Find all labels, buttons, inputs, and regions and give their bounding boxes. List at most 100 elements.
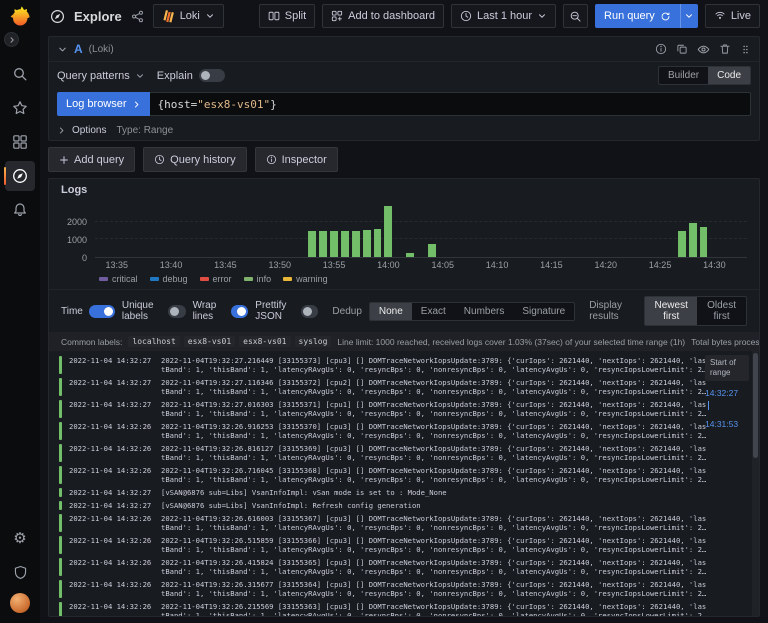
live-button[interactable]: Live — [705, 4, 760, 28]
legend-item-debug[interactable]: debug — [150, 274, 188, 284]
query-options-summary-row[interactable]: Options Type: Range — [49, 121, 759, 140]
log-line-text: 2022-11-04T19:32:27.016303 [33155371] [c… — [161, 400, 707, 418]
log-row[interactable]: 2022-11-04 14:32:27[vSAN@6876 sub=Libs] … — [49, 486, 759, 499]
chevron-right-icon — [8, 36, 16, 44]
legend-item-warning[interactable]: warning — [283, 274, 328, 284]
run-query-button[interactable]: Run query — [595, 4, 680, 28]
logs-scrollbar[interactable] — [752, 351, 759, 616]
add-query-button[interactable]: Add query — [48, 147, 135, 172]
duplicate-query-icon[interactable] — [676, 43, 688, 55]
log-row[interactable]: 2022-11-04 14:32:262022-11-04T19:32:26.9… — [49, 420, 759, 442]
toggle-switch[interactable] — [168, 305, 185, 318]
log-line-text: 2022-11-04T19:32:26.215569 [33155363] [c… — [161, 602, 707, 616]
legend-swatch — [99, 277, 108, 281]
display-oldest-first[interactable]: Oldest first — [697, 297, 746, 325]
main-area: Explore Loki Split Add to dashboard — [40, 0, 768, 623]
scrollbar-thumb[interactable] — [753, 353, 758, 458]
share-icon[interactable] — [129, 8, 146, 25]
log-row[interactable]: 2022-11-04 14:32:262022-11-04T19:32:26.7… — [49, 464, 759, 486]
query-help-icon[interactable] — [655, 43, 667, 55]
starred-icon[interactable] — [5, 93, 35, 123]
label-chip[interactable]: syslog — [295, 336, 332, 347]
drag-handle-icon[interactable] — [740, 44, 751, 55]
dashboards-icon[interactable] — [5, 127, 35, 157]
log-timestamp: 2022-11-04 14:32:27 — [69, 501, 155, 510]
log-row[interactable]: 2022-11-04 14:32:272022-11-04T19:32:27.1… — [49, 376, 759, 398]
settings-gear-icon[interactable]: ⚙ — [5, 523, 35, 553]
explain-switch[interactable] — [199, 69, 225, 82]
datasource-picker[interactable]: Loki — [153, 4, 224, 28]
legend-item-error[interactable]: error — [200, 274, 232, 284]
run-query-interval-caret[interactable] — [680, 4, 698, 28]
query-expression-input[interactable]: {host="esx8-vs01"} — [150, 92, 751, 116]
logs-volume-legend: critical debug error info warning — [49, 274, 759, 289]
editor-mode-builder[interactable]: Builder — [659, 67, 708, 84]
add-to-dashboard-button[interactable]: Add to dashboard — [322, 4, 444, 28]
explore-compass-icon[interactable] — [5, 161, 35, 191]
query-history-button[interactable]: Query history — [143, 147, 246, 172]
label-chip[interactable]: localhost — [128, 336, 179, 347]
toggle-label: Unique labels — [122, 300, 162, 322]
user-avatar[interactable] — [10, 593, 30, 613]
log-row[interactable]: 2022-11-04 14:32:272022-11-04T19:32:27.0… — [49, 398, 759, 420]
range-to-time[interactable]: 14:31:53 — [705, 419, 738, 430]
inspector-button[interactable]: Inspector — [255, 147, 338, 172]
server-admin-shield-icon[interactable] — [5, 557, 35, 587]
query-patterns-dropdown[interactable]: Query patterns — [57, 70, 145, 82]
clock-icon — [460, 10, 472, 22]
toggle-switch[interactable] — [89, 305, 115, 318]
legend-swatch — [150, 277, 159, 281]
log-line-text: [vSAN@6876 sub=Libs] VsanInfoImpl: vSan … — [161, 488, 707, 497]
label-chip[interactable]: esx8-vs01 — [184, 336, 235, 347]
log-row[interactable]: 2022-11-04 14:32:262022-11-04T19:32:26.8… — [49, 442, 759, 464]
dedup-none[interactable]: None — [370, 303, 412, 320]
query-ref-id: A — [74, 42, 83, 56]
x-tick-label: 14:25 — [649, 260, 672, 270]
toggle-wrap-lines[interactable]: Wrap lines — [193, 300, 249, 322]
dedup-numbers[interactable]: Numbers — [455, 303, 514, 320]
dedup-exact[interactable]: Exact — [412, 303, 455, 320]
time-range-picker[interactable]: Last 1 hour — [451, 4, 556, 28]
expr-close-brace: } — [270, 98, 277, 111]
log-row[interactable]: 2022-11-04 14:32:262022-11-04T19:32:26.4… — [49, 556, 759, 578]
sidebar-expand-button[interactable] — [4, 32, 19, 47]
log-row[interactable]: 2022-11-04 14:32:262022-11-04T19:32:26.5… — [49, 534, 759, 556]
editor-mode-code[interactable]: Code — [708, 67, 750, 84]
split-button[interactable]: Split — [259, 4, 315, 28]
remove-query-trash-icon[interactable] — [719, 43, 731, 55]
x-tick-label: 14:20 — [594, 260, 617, 270]
label-chip[interactable]: esx8-vs01 — [239, 336, 290, 347]
zoom-out-time-button[interactable] — [563, 4, 588, 28]
toggle-switch[interactable] — [301, 305, 318, 318]
legend-label: debug — [163, 274, 188, 284]
toggle-prettify-json[interactable]: Prettify JSON — [255, 300, 318, 322]
log-row[interactable]: 2022-11-04 14:32:262022-11-04T19:32:26.6… — [49, 512, 759, 534]
log-row[interactable]: 2022-11-04 14:32:27[vSAN@6876 sub=Libs] … — [49, 499, 759, 512]
log-browser-button[interactable]: Log browser — [57, 92, 150, 116]
volume-bar — [406, 253, 414, 257]
log-line-text: 2022-11-04T19:32:26.415824 [33155365] [c… — [161, 558, 707, 576]
legend-item-critical[interactable]: critical — [99, 274, 138, 284]
loki-logo-icon — [162, 10, 175, 23]
grafana-logo-icon[interactable] — [8, 6, 32, 30]
range-from-time[interactable]: 14:32:27 — [705, 388, 738, 399]
display-newest-first[interactable]: Newest first — [645, 297, 697, 325]
collapse-chevron-icon[interactable] — [57, 44, 68, 55]
log-row[interactable]: 2022-11-04 14:32:262022-11-04T19:32:26.2… — [49, 600, 759, 616]
dedup-group: NoneExactNumbersSignature — [369, 302, 575, 321]
dedup-signature[interactable]: Signature — [513, 303, 574, 320]
log-timestamp: 2022-11-04 14:32:27 — [69, 356, 155, 374]
range-connector-line — [708, 401, 709, 410]
log-navigation: Start of range 14:32:27 14:31:53 — [705, 355, 749, 430]
toggle-time[interactable]: Time — [61, 305, 115, 318]
log-row[interactable]: 2022-11-04 14:32:272022-11-04T19:32:27.2… — [49, 354, 759, 376]
hide-response-eye-icon[interactable] — [697, 43, 710, 56]
alerting-bell-icon[interactable] — [5, 195, 35, 225]
toggle-unique-labels[interactable]: Unique labels — [122, 300, 186, 322]
search-icon[interactable] — [5, 59, 35, 89]
logs-volume-plot[interactable] — [95, 204, 747, 258]
legend-item-info[interactable]: info — [244, 274, 272, 284]
toggle-switch[interactable] — [231, 305, 249, 318]
logs-panel-title: Logs — [49, 179, 759, 200]
log-row[interactable]: 2022-11-04 14:32:262022-11-04T19:32:26.3… — [49, 578, 759, 600]
